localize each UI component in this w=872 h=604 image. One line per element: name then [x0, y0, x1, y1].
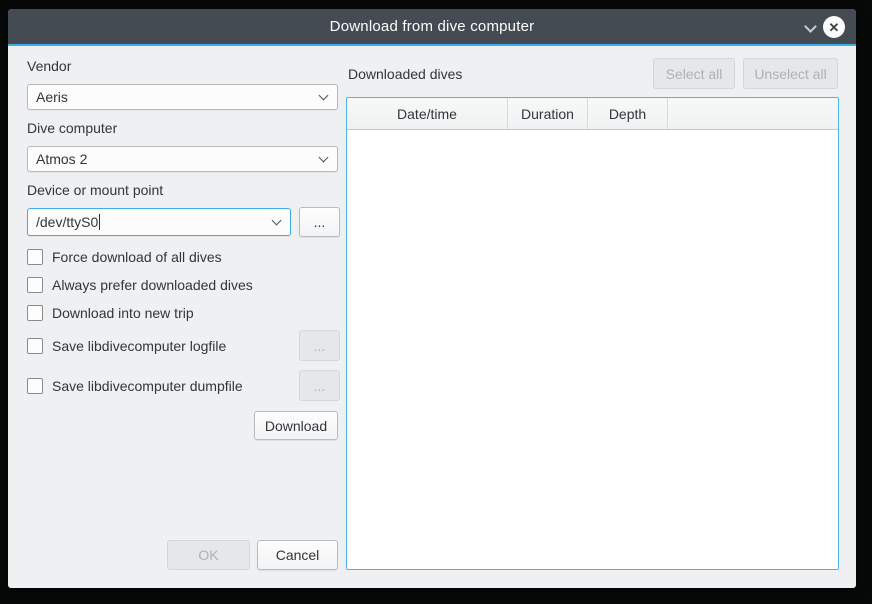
option-save-dumpfile[interactable]: Save libdivecomputer dumpfile [27, 377, 243, 395]
window-title: Download from dive computer [330, 18, 535, 35]
chevron-down-icon [272, 216, 282, 226]
column-header-empty[interactable] [668, 98, 838, 129]
ok-button[interactable]: OK [167, 540, 250, 570]
table-header: Date/time Duration Depth [347, 98, 838, 130]
checkbox-icon[interactable] [27, 378, 43, 394]
option-label: Download into new trip [52, 305, 194, 321]
cancel-button[interactable]: Cancel [257, 540, 338, 570]
titlebar[interactable]: Download from dive computer ✕ [8, 9, 856, 46]
column-header-duration[interactable]: Duration [508, 98, 588, 129]
option-save-logfile[interactable]: Save libdivecomputer logfile [27, 337, 226, 355]
text-caret [99, 214, 100, 230]
dive-computer-label: Dive computer [27, 120, 117, 136]
column-header-datetime[interactable]: Date/time [347, 98, 508, 129]
dive-computer-select[interactable]: Atmos 2 [27, 146, 338, 172]
column-header-depth[interactable]: Depth [588, 98, 668, 129]
unselect-all-button[interactable]: Unselect all [743, 58, 838, 89]
option-force-download[interactable]: Force download of all dives [27, 248, 222, 266]
table-body-empty[interactable] [347, 130, 838, 569]
option-label: Always prefer downloaded dives [52, 277, 253, 293]
checkbox-icon[interactable] [27, 249, 43, 265]
close-icon[interactable]: ✕ [823, 16, 845, 38]
dive-computer-value: Atmos 2 [36, 151, 87, 167]
checkbox-icon[interactable] [27, 338, 43, 354]
vendor-label: Vendor [27, 58, 71, 74]
downloaded-dives-table[interactable]: Date/time Duration Depth [346, 97, 839, 570]
download-dialog: Download from dive computer ✕ Vendor Aer… [8, 9, 856, 588]
select-all-button[interactable]: Select all [653, 58, 735, 89]
checkbox-icon[interactable] [27, 277, 43, 293]
vendor-select[interactable]: Aeris [27, 84, 338, 110]
dumpfile-browse-button[interactable]: ... [299, 370, 340, 401]
device-value: /dev/ttyS0 [36, 214, 98, 230]
option-label: Save libdivecomputer dumpfile [52, 378, 243, 394]
logfile-browse-button[interactable]: ... [299, 330, 340, 361]
option-prefer-downloaded[interactable]: Always prefer downloaded dives [27, 276, 253, 294]
downloaded-dives-label: Downloaded dives [348, 66, 462, 82]
chevron-down-icon [319, 91, 329, 101]
chevron-down-icon[interactable] [804, 20, 817, 33]
device-browse-button[interactable]: ... [299, 207, 340, 237]
download-button[interactable]: Download [254, 411, 338, 440]
chevron-down-icon [319, 153, 329, 163]
option-new-trip[interactable]: Download into new trip [27, 304, 194, 322]
vendor-value: Aeris [36, 89, 68, 105]
option-label: Save libdivecomputer logfile [52, 338, 226, 354]
checkbox-icon[interactable] [27, 305, 43, 321]
device-label: Device or mount point [27, 182, 163, 198]
device-input[interactable]: /dev/ttyS0 [27, 208, 291, 236]
option-label: Force download of all dives [52, 249, 222, 265]
